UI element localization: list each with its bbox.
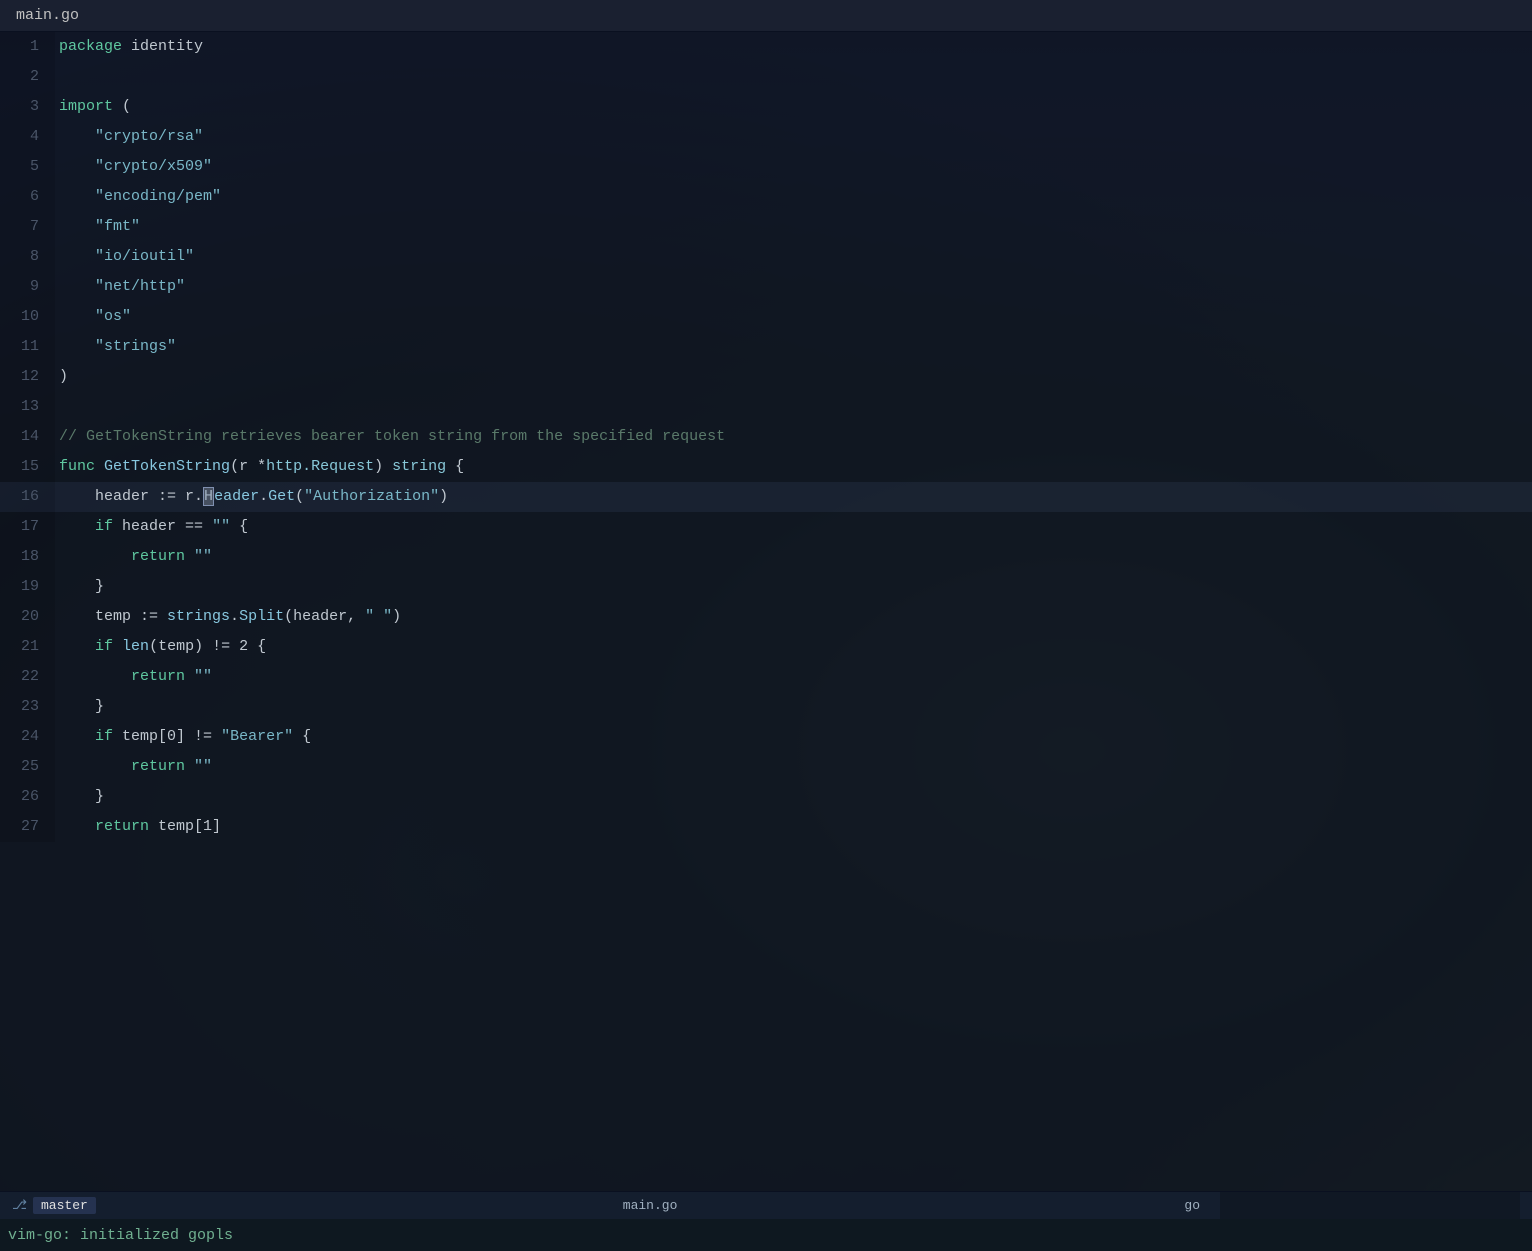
line-num-16: 16 xyxy=(0,482,55,512)
code-line-22: 22 return "" xyxy=(0,662,1532,692)
code-line-3: 3 import ( xyxy=(0,92,1532,122)
line-num-19: 19 xyxy=(0,572,55,602)
cursor-position: H xyxy=(203,487,214,506)
editor-container: main.go 1 package identity 2 3 import ( … xyxy=(0,0,1532,1251)
line-num-12: 12 xyxy=(0,362,55,392)
line-code-1: package identity xyxy=(55,32,1532,62)
line-code-18: return "" xyxy=(55,542,1532,572)
code-line-21: 21 if len(temp) != 2 { xyxy=(0,632,1532,662)
line-code-20: temp := strings.Split(header, " ") xyxy=(55,602,1532,632)
line-code-25: return "" xyxy=(55,752,1532,782)
line-code-3: import ( xyxy=(55,92,1532,122)
line-num-18: 18 xyxy=(0,542,55,572)
line-num-25: 25 xyxy=(0,752,55,782)
status-branch: ⎇ master xyxy=(12,1197,96,1214)
line-num-5: 5 xyxy=(0,152,55,182)
code-line-8: 8 "io/ioutil" xyxy=(0,242,1532,272)
code-line-17: 17 if header == "" { xyxy=(0,512,1532,542)
status-bar: ⎇ master main.go go xyxy=(0,1191,1532,1219)
line-num-20: 20 xyxy=(0,602,55,632)
title-bar: main.go xyxy=(0,0,1532,32)
code-line-13: 13 xyxy=(0,392,1532,422)
line-num-15: 15 xyxy=(0,452,55,482)
line-num-27: 27 xyxy=(0,812,55,842)
line-num-8: 8 xyxy=(0,242,55,272)
line-code-9: "net/http" xyxy=(55,272,1532,302)
code-line-12: 12 ) xyxy=(0,362,1532,392)
line-code-5: "crypto/x509" xyxy=(55,152,1532,182)
code-line-5: 5 "crypto/x509" xyxy=(0,152,1532,182)
line-num-13: 13 xyxy=(0,392,55,422)
code-line-19: 19 } xyxy=(0,572,1532,602)
code-content: 1 package identity 2 3 import ( 4 "crypt… xyxy=(0,32,1532,842)
code-line-6: 6 "encoding/pem" xyxy=(0,182,1532,212)
line-code-2 xyxy=(55,62,1532,92)
line-code-8: "io/ioutil" xyxy=(55,242,1532,272)
line-num-1: 1 xyxy=(0,32,55,62)
title-bar-filename: main.go xyxy=(16,7,79,24)
status-right-area xyxy=(1220,1192,1520,1219)
line-code-23: } xyxy=(55,692,1532,722)
line-num-23: 23 xyxy=(0,692,55,722)
code-line-27: 27 return temp[1] xyxy=(0,812,1532,842)
code-line-26: 26 } xyxy=(0,782,1532,812)
code-line-16: 16 header := r.Header.Get("Authorization… xyxy=(0,482,1532,512)
code-line-2: 2 xyxy=(0,62,1532,92)
line-code-15: func GetTokenString(r *http.Request) str… xyxy=(55,452,1532,482)
line-code-26: } xyxy=(55,782,1532,812)
line-num-14: 14 xyxy=(0,422,55,452)
code-line-20: 20 temp := strings.Split(header, " ") xyxy=(0,602,1532,632)
line-code-21: if len(temp) != 2 { xyxy=(55,632,1532,662)
code-line-10: 10 "os" xyxy=(0,302,1532,332)
line-code-7: "fmt" xyxy=(55,212,1532,242)
line-code-13 xyxy=(55,392,1532,422)
line-code-14: // GetTokenString retrieves bearer token… xyxy=(55,422,1532,452)
line-num-9: 9 xyxy=(0,272,55,302)
line-num-7: 7 xyxy=(0,212,55,242)
line-code-22: return "" xyxy=(55,662,1532,692)
line-num-10: 10 xyxy=(0,302,55,332)
code-line-24: 24 if temp[0] != "Bearer" { xyxy=(0,722,1532,752)
line-num-17: 17 xyxy=(0,512,55,542)
line-num-21: 21 xyxy=(0,632,55,662)
code-line-18: 18 return "" xyxy=(0,542,1532,572)
code-line-9: 9 "net/http" xyxy=(0,272,1532,302)
code-line-15: 15 func GetTokenString(r *http.Request) … xyxy=(0,452,1532,482)
line-num-3: 3 xyxy=(0,92,55,122)
branch-name: master xyxy=(33,1197,96,1214)
line-num-6: 6 xyxy=(0,182,55,212)
line-code-16: header := r.Header.Get("Authorization") xyxy=(55,482,1532,512)
line-code-6: "encoding/pem" xyxy=(55,182,1532,212)
line-code-19: } xyxy=(55,572,1532,602)
line-num-11: 11 xyxy=(0,332,55,362)
line-code-4: "crypto/rsa" xyxy=(55,122,1532,152)
code-line-4: 4 "crypto/rsa" xyxy=(0,122,1532,152)
branch-icon: ⎇ xyxy=(12,1198,27,1213)
line-num-4: 4 xyxy=(0,122,55,152)
code-line-11: 11 "strings" xyxy=(0,332,1532,362)
status-filename: main.go xyxy=(116,1198,1185,1213)
line-code-11: "strings" xyxy=(55,332,1532,362)
code-line-1: 1 package identity xyxy=(0,32,1532,62)
code-line-14: 14 // GetTokenString retrieves bearer to… xyxy=(0,422,1532,452)
code-line-7: 7 "fmt" xyxy=(0,212,1532,242)
line-num-24: 24 xyxy=(0,722,55,752)
line-code-27: return temp[1] xyxy=(55,812,1532,842)
message-bar: vim-go: initialized gopls xyxy=(0,1219,1532,1251)
line-code-24: if temp[0] != "Bearer" { xyxy=(55,722,1532,752)
line-code-12: ) xyxy=(55,362,1532,392)
code-line-25: 25 return "" xyxy=(0,752,1532,782)
line-num-22: 22 xyxy=(0,662,55,692)
line-num-2: 2 xyxy=(0,62,55,92)
message-text: vim-go: initialized gopls xyxy=(8,1227,233,1244)
line-code-10: "os" xyxy=(55,302,1532,332)
code-area[interactable]: 1 package identity 2 3 import ( 4 "crypt… xyxy=(0,32,1532,1191)
status-filetype: go xyxy=(1184,1198,1200,1213)
code-line-23: 23 } xyxy=(0,692,1532,722)
line-code-17: if header == "" { xyxy=(55,512,1532,542)
line-num-26: 26 xyxy=(0,782,55,812)
